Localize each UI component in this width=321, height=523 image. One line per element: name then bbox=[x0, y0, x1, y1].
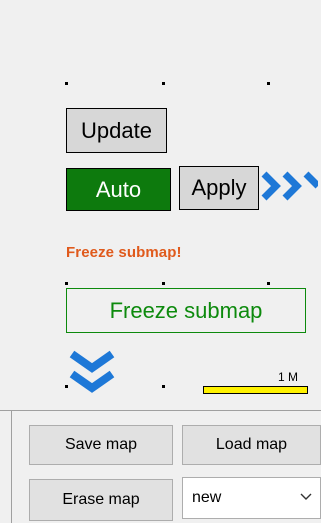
map-select[interactable]: new bbox=[182, 477, 321, 519]
double-chevron-down-icon[interactable] bbox=[64, 348, 120, 400]
map-grid-dot bbox=[65, 82, 68, 85]
erase-map-button[interactable]: Erase map bbox=[29, 479, 173, 521]
map-grid-dot bbox=[162, 385, 165, 388]
scale-bar bbox=[203, 386, 308, 394]
freeze-submap-button[interactable]: Freeze submap bbox=[66, 288, 306, 333]
map-grid-dot bbox=[65, 282, 68, 285]
freeze-warning-text: Freeze submap! bbox=[66, 244, 182, 261]
load-map-button[interactable]: Load map bbox=[182, 425, 321, 465]
map-grid-dot bbox=[162, 82, 165, 85]
map-grid-dot bbox=[267, 82, 270, 85]
save-map-button[interactable]: Save map bbox=[29, 425, 173, 465]
apply-button[interactable]: Apply bbox=[179, 166, 259, 210]
map-actions-panel: Save map Load map Erase map new bbox=[12, 411, 321, 523]
double-chevron-right-icon[interactable] bbox=[260, 168, 318, 204]
scale-label: 1 M bbox=[278, 370, 299, 384]
auto-button[interactable]: Auto bbox=[66, 168, 171, 211]
map-select-value: new bbox=[192, 489, 222, 506]
map-grid-dot bbox=[162, 282, 165, 285]
map-panel[interactable]: Update Auto Apply Freeze submap! Freeze … bbox=[0, 0, 321, 411]
map-grid-dot bbox=[267, 282, 270, 285]
update-button[interactable]: Update bbox=[66, 108, 167, 153]
chevron-down-icon bbox=[300, 493, 312, 500]
